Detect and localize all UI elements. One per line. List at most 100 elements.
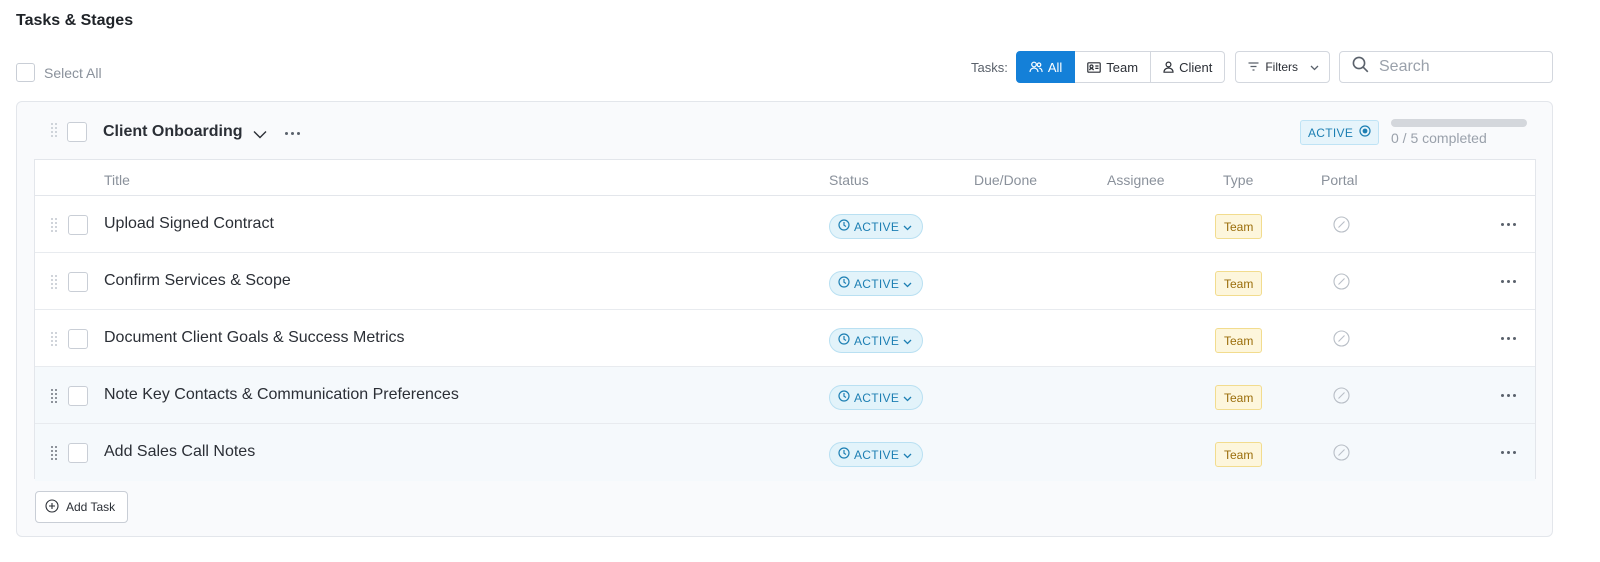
task-type-badge: Team — [1215, 385, 1263, 410]
task-type-badge: Team — [1215, 328, 1263, 353]
row-more-icon[interactable] — [1501, 337, 1516, 340]
task-status-label: ACTIVE — [854, 276, 900, 291]
filter-lines-icon — [1248, 60, 1259, 74]
clock-icon — [838, 447, 850, 462]
task-title[interactable]: Upload Signed Contract — [104, 215, 274, 233]
task-status-dropdown[interactable]: ACTIVE — [829, 442, 924, 467]
toolbar: Tasks: All Team Client Filters — [971, 51, 1553, 83]
row-more-icon[interactable] — [1501, 223, 1516, 226]
table-row[interactable]: Add Sales Call Notes ACTIVE Team — [35, 424, 1535, 481]
stage-progress-bar — [1391, 119, 1527, 127]
filters-label: Filters — [1265, 60, 1298, 74]
portal-disabled-icon[interactable] — [1333, 387, 1350, 409]
add-task-label: Add Task — [66, 500, 116, 514]
drag-handle-icon[interactable] — [51, 389, 57, 403]
column-header-type[interactable]: Type — [1223, 172, 1253, 188]
portal-disabled-icon[interactable] — [1333, 273, 1350, 295]
user-icon — [1163, 61, 1174, 73]
task-status-label: ACTIVE — [854, 219, 900, 234]
drag-handle-icon[interactable] — [51, 275, 57, 289]
clock-icon — [838, 333, 850, 348]
clock-icon — [838, 276, 850, 291]
stage-name[interactable]: Client Onboarding — [103, 123, 243, 141]
task-type-badge: Team — [1215, 442, 1263, 467]
add-task-button[interactable]: Add Task — [35, 491, 129, 523]
stage-status-label: ACTIVE — [1308, 125, 1354, 140]
task-status-label: ACTIVE — [854, 390, 900, 405]
row-more-icon[interactable] — [1501, 451, 1516, 454]
stage-status-badge[interactable]: ACTIVE — [1300, 120, 1380, 145]
segment-all-button[interactable]: All — [1015, 51, 1076, 83]
table-row[interactable]: Document Client Goals & Success Metrics … — [35, 310, 1535, 367]
task-table: Title Status Due/Done Assignee Type Port… — [34, 159, 1536, 481]
chevron-down-icon — [903, 391, 912, 405]
table-row[interactable]: Note Key Contacts & Communication Prefer… — [35, 367, 1535, 424]
select-all-label: Select All — [44, 64, 102, 81]
task-title[interactable]: Add Sales Call Notes — [104, 443, 255, 461]
stage-card: Client Onboarding ACTIVE 0 / 5 completed… — [16, 101, 1553, 537]
task-status-dropdown[interactable]: ACTIVE — [829, 214, 924, 239]
drag-handle-icon[interactable] — [51, 446, 57, 460]
chevron-down-icon — [903, 277, 912, 291]
portal-disabled-icon[interactable] — [1333, 216, 1350, 238]
column-header-assignee[interactable]: Assignee — [1107, 172, 1165, 188]
task-type-segmented-control: All Team Client — [1015, 51, 1226, 83]
task-title[interactable]: Note Key Contacts & Communication Prefer… — [104, 386, 459, 404]
task-status-label: ACTIVE — [854, 333, 900, 348]
task-title[interactable]: Document Client Goals & Success Metrics — [104, 329, 405, 347]
table-row[interactable]: Upload Signed Contract ACTIVE Team — [35, 196, 1535, 253]
select-all-checkbox[interactable] — [16, 63, 35, 82]
filters-button[interactable]: Filters — [1235, 51, 1330, 83]
segment-all-label: All — [1047, 59, 1063, 75]
id-card-icon — [1087, 61, 1102, 73]
task-title[interactable]: Confirm Services & Scope — [104, 272, 291, 290]
task-checkbox[interactable] — [68, 215, 88, 235]
radio-target-icon — [1359, 125, 1371, 140]
column-header-title[interactable]: Title — [104, 172, 130, 188]
segment-client-button[interactable]: Client — [1151, 51, 1226, 83]
task-checkbox[interactable] — [68, 386, 88, 406]
search-box[interactable] — [1339, 51, 1553, 83]
tasks-filter-label: Tasks: — [970, 59, 1008, 75]
task-type-badge: Team — [1215, 271, 1263, 296]
clock-icon — [838, 219, 850, 234]
plus-circle-icon — [45, 498, 59, 516]
search-input[interactable] — [1379, 58, 1539, 76]
page-title: Tasks & Stages — [16, 12, 134, 29]
chevron-down-icon — [903, 448, 912, 462]
segment-team-button[interactable]: Team — [1075, 51, 1152, 83]
task-status-label: ACTIVE — [854, 447, 900, 462]
segment-team-label: Team — [1106, 59, 1139, 75]
portal-disabled-icon[interactable] — [1333, 330, 1350, 352]
task-checkbox[interactable] — [68, 329, 88, 349]
chevron-down-icon — [1310, 60, 1319, 74]
stage-progress-text: 0 / 5 completed — [1391, 130, 1487, 146]
search-icon — [1352, 56, 1369, 78]
task-checkbox[interactable] — [68, 443, 88, 463]
stage-checkbox[interactable] — [67, 122, 87, 142]
task-checkbox[interactable] — [68, 272, 88, 292]
stage-drag-handle-icon[interactable] — [51, 123, 57, 137]
drag-handle-icon[interactable] — [51, 332, 57, 346]
task-type-badge: Team — [1215, 214, 1263, 239]
chevron-down-icon — [903, 334, 912, 348]
clock-icon — [838, 390, 850, 405]
table-row[interactable]: Confirm Services & Scope ACTIVE Team — [35, 253, 1535, 310]
stage-more-icon[interactable] — [285, 132, 300, 135]
users-icon — [1029, 61, 1043, 73]
chevron-down-icon — [903, 220, 912, 234]
task-status-dropdown[interactable]: ACTIVE — [829, 328, 924, 353]
select-all[interactable]: Select All — [16, 63, 102, 82]
task-status-dropdown[interactable]: ACTIVE — [829, 385, 924, 410]
column-header-status[interactable]: Status — [829, 172, 869, 188]
segment-client-label: Client — [1179, 59, 1213, 75]
task-status-dropdown[interactable]: ACTIVE — [829, 271, 924, 296]
drag-handle-icon[interactable] — [51, 218, 57, 232]
column-header-due-done[interactable]: Due/Done — [974, 172, 1037, 188]
portal-disabled-icon[interactable] — [1333, 444, 1350, 466]
column-header-portal[interactable]: Portal — [1321, 172, 1358, 188]
row-more-icon[interactable] — [1501, 280, 1516, 283]
chevron-down-icon[interactable] — [253, 126, 267, 144]
task-table-header: Title Status Due/Done Assignee Type Port… — [35, 160, 1535, 196]
row-more-icon[interactable] — [1501, 394, 1516, 397]
